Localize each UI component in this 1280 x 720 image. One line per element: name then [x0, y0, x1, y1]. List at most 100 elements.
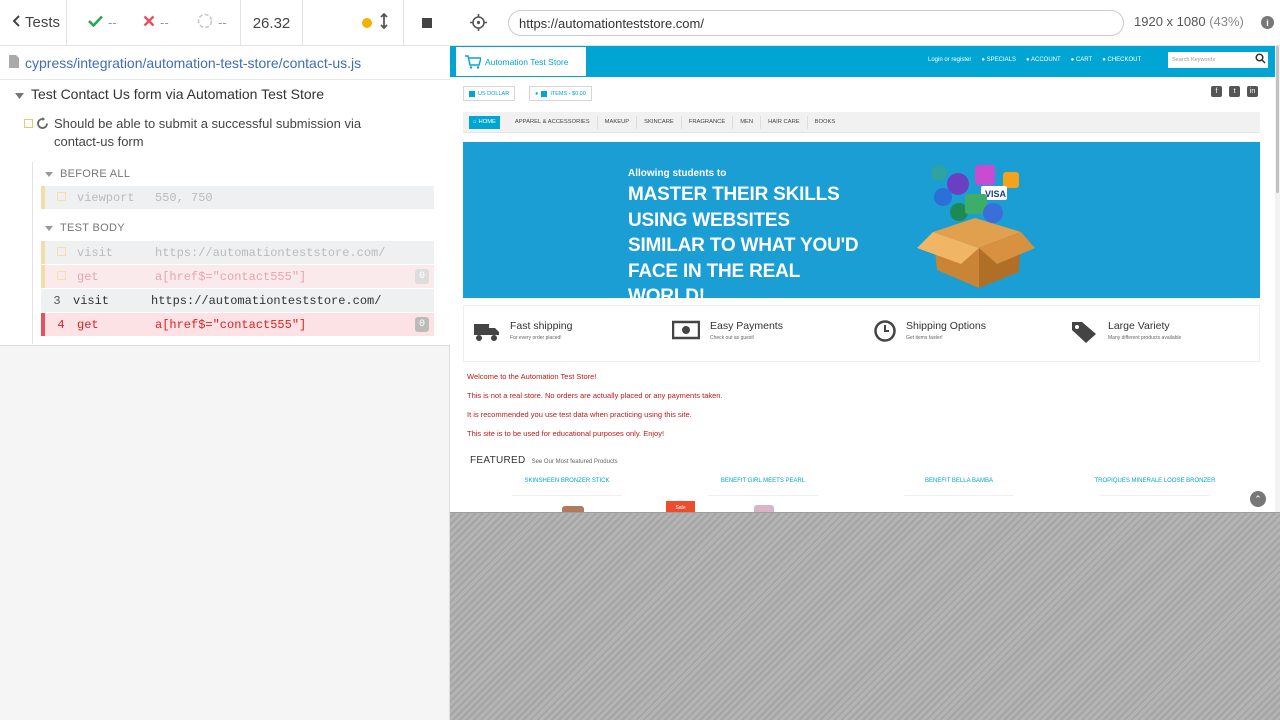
facebook-icon[interactable]: f: [1211, 86, 1222, 97]
message-line: It is recommended you use test data when…: [467, 410, 692, 419]
message-line: This is not a real store. No orders are …: [467, 391, 723, 400]
banner-subtitle: Allowing students to: [628, 168, 727, 179]
app-under-test: https://automationteststore.com/ 1920 x …: [450, 0, 1280, 720]
suite-row[interactable]: Test Contact Us form via Automation Test…: [15, 86, 324, 102]
url-field[interactable]: https://automationteststore.com/: [508, 10, 1124, 36]
nav-fragrance[interactable]: FRAGRANCE: [682, 115, 734, 129]
linkedin-icon[interactable]: in: [1247, 86, 1258, 97]
command-name: get: [77, 269, 99, 284]
viewport-info[interactable]: 1920 x 1080 (43%): [1134, 14, 1244, 29]
test-title: Should be able to submit a successful su…: [54, 116, 362, 149]
account-link[interactable]: ● ACCOUNT: [1026, 57, 1061, 63]
passed-value: --: [108, 15, 117, 30]
element-count-badge: 0: [415, 269, 429, 284]
message-line: Welcome to the Automation Test Store!: [467, 372, 597, 381]
command-name: viewport: [77, 190, 135, 205]
specials-label: SPECIALS: [986, 57, 1017, 63]
twitter-icon[interactable]: t: [1229, 86, 1240, 97]
currency-dropdown[interactable]: US DOLLAR: [463, 86, 516, 101]
search-icon[interactable]: [1255, 53, 1266, 64]
specials-link[interactable]: ● SPECIALS: [981, 57, 1016, 63]
product-card[interactable]: SKINSHEEN BRONZER STICK: [502, 478, 632, 496]
nav-home[interactable]: ⌂ HOME: [469, 115, 500, 129]
command-row[interactable]: visit https://automationteststore.com/: [41, 241, 434, 264]
tree-guide-line: [32, 162, 33, 344]
banner-headline: MASTER THEIR SKILLS USING WEBSITES SIMIL…: [628, 184, 859, 307]
stop-button[interactable]: [403, 0, 450, 46]
product-image[interactable]: [562, 506, 584, 512]
scroll-to-top-button[interactable]: ⌃: [1250, 491, 1266, 507]
nav-skincare[interactable]: SKINCARE: [637, 115, 682, 129]
pending-circle-icon: [197, 13, 213, 32]
product-card[interactable]: TROPIQUES MINERALE LOOSE BRONZER: [1090, 478, 1220, 496]
info-icon[interactable]: i: [1261, 16, 1274, 29]
nav-makeup[interactable]: MAKEUP: [598, 115, 638, 129]
back-label: Tests: [25, 14, 61, 31]
cart-label: CART: [1075, 57, 1093, 63]
product-name[interactable]: TROPIQUES MINERALE LOOSE BRONZER: [1090, 478, 1220, 484]
product-name[interactable]: SKINSHEEN BRONZER STICK: [502, 478, 632, 484]
pending-square-icon: [56, 191, 66, 201]
feature-large-variety: Large Variety Many different products ava…: [1070, 320, 1181, 344]
check-icon: [88, 15, 103, 30]
test-row[interactable]: Should be able to submit a successful su…: [24, 115, 384, 151]
command-arg: a[href$="contact555"]: [155, 269, 307, 284]
auto-scroll-toggle[interactable]: [379, 0, 389, 46]
feature-easy-payments: Easy Payments Check out as guest!: [672, 320, 783, 341]
spec-path-link[interactable]: cypress/integration/automation-test-stor…: [0, 46, 450, 80]
command-arg: https://automationteststore.com/: [151, 293, 382, 308]
site-logo[interactable]: Automation Test Store: [456, 47, 586, 76]
product-name[interactable]: BENEFIT BELLA BAMBA: [894, 478, 1024, 484]
feature-sub: Check out as guest!: [710, 335, 755, 341]
file-icon: [9, 54, 19, 71]
command-row[interactable]: 4 get a[href$="contact555"] 0: [41, 313, 434, 336]
product-card[interactable]: BENEFIT GIRL MEETS PEARL: [698, 478, 828, 496]
cart-link[interactable]: ● CART: [1071, 57, 1093, 63]
cart-icon: ●: [535, 90, 539, 97]
feature-title: Shipping Options: [906, 320, 986, 332]
caret-down-icon: [15, 86, 24, 102]
count-icon: [541, 90, 548, 97]
command-row[interactable]: get a[href$="contact555"] 0: [41, 265, 434, 288]
aut-scrollbar[interactable]: [1275, 46, 1280, 512]
site-search-input[interactable]: Search Keywords: [1168, 52, 1268, 68]
feature-fast-shipping: Fast shipping For every order placed!: [474, 320, 572, 342]
test-body-hook[interactable]: TEST BODY: [45, 222, 125, 234]
nav-apparel[interactable]: APPAREL & ACCESSORIES: [508, 115, 598, 129]
money-icon: [672, 320, 700, 340]
currency-label: US DOLLAR: [478, 90, 510, 97]
hero-banner[interactable]: Allowing students to MASTER THEIR SKILLS…: [463, 142, 1260, 307]
feature-sub: For every order placed!: [510, 335, 562, 341]
nav-books[interactable]: BOOKS: [808, 116, 843, 129]
tags-icon: [1072, 322, 1096, 343]
nav-home-label: HOME: [478, 119, 496, 125]
command-name: visit: [73, 293, 110, 308]
command-name: get: [77, 317, 99, 332]
back-to-tests-button[interactable]: Tests: [0, 0, 67, 46]
login-link[interactable]: Login or register: [928, 57, 971, 63]
svg-text:VISA: VISA: [985, 189, 1007, 199]
before-all-hook[interactable]: BEFORE ALL: [45, 168, 130, 180]
viewport-size: 1920 x 1080: [1134, 14, 1206, 29]
product-name[interactable]: BENEFIT GIRL MEETS PEARL: [698, 478, 828, 484]
product-image[interactable]: [754, 505, 774, 512]
nav-men[interactable]: MEN: [733, 115, 762, 129]
command-arg: 550, 750: [155, 190, 213, 205]
viewport-scale: (43%): [1209, 14, 1244, 29]
product-card[interactable]: BENEFIT BELLA BAMBA: [894, 478, 1024, 496]
suite-title: Test Contact Us form via Automation Test…: [31, 86, 325, 102]
checkout-link[interactable]: ● CHECKOUT: [1102, 57, 1141, 63]
pending-square-icon: [24, 119, 33, 128]
command-row[interactable]: 3 visit https://automationteststore.com/: [41, 289, 434, 312]
selector-playground-button[interactable]: [470, 14, 487, 36]
cart-dropdown[interactable]: ● ITEMS - $0.00: [529, 86, 592, 101]
chevron-left-icon: [12, 14, 21, 31]
element-count-badge: 0: [415, 317, 429, 332]
command-row[interactable]: viewport 550, 750: [41, 186, 434, 209]
failed-value: --: [160, 15, 169, 30]
scrollbar-thumb[interactable]: [1276, 46, 1279, 193]
before-all-label: BEFORE ALL: [60, 168, 131, 180]
command-arg: a[href$="contact555"]: [155, 317, 307, 332]
cypress-runner: Tests -- -- -- 26.32 cypress/integration…: [0, 0, 1280, 720]
nav-hair-care[interactable]: HAIR CARE: [761, 115, 808, 129]
